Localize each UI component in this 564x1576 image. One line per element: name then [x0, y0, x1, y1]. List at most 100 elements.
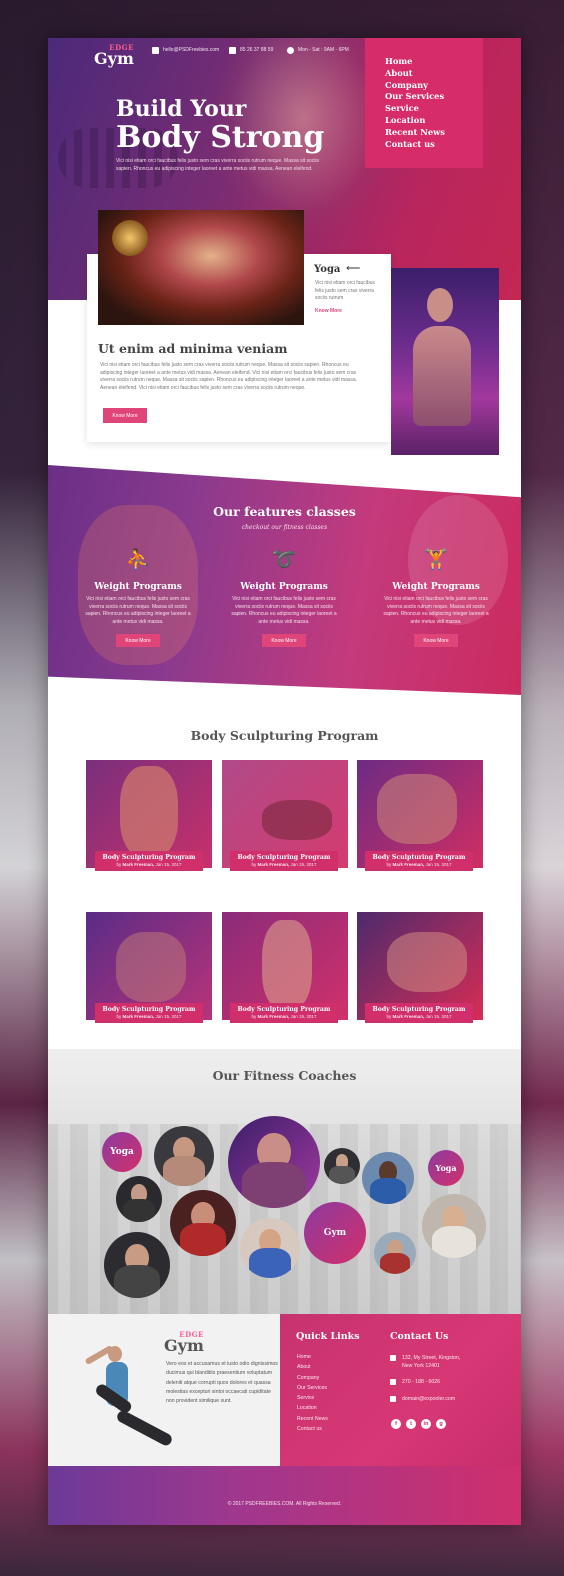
nav-home[interactable]: Home	[385, 56, 483, 68]
copyright-text: © 2017 PSDFREEBIES.COM. All Rights Reser…	[227, 1501, 342, 1507]
yoga-text: Vici nisi etiam orci faucibus felis just…	[315, 280, 375, 301]
google-plus-icon[interactable]: g	[436, 1419, 446, 1429]
coach-avatar-body	[241, 1162, 307, 1208]
coach-avatar[interactable]	[422, 1194, 486, 1258]
feature-know-more-button[interactable]: Know More	[116, 634, 160, 647]
topbar-phone-text: 85 26 37 88 59	[240, 47, 274, 53]
program-caption[interactable]: Body Sculpturing Program by Mark Freeman…	[95, 851, 203, 871]
program-caption-by: by	[251, 1014, 257, 1019]
rope-climb-figure	[116, 932, 186, 1002]
coach-avatar-body	[431, 1226, 477, 1258]
weightlifter-icon: 🏋	[423, 549, 449, 571]
woman-face	[427, 288, 453, 322]
contact-email[interactable]: domain@expooler.com	[390, 1395, 455, 1403]
nav-company[interactable]: Company	[385, 80, 483, 92]
coach-avatar[interactable]	[154, 1126, 214, 1186]
program-caption[interactable]: Body Sculpturing Program by Mark Freeman…	[365, 851, 473, 871]
features-subtitle: checkout our fitness classes	[241, 524, 328, 531]
quick-link-company[interactable]: Company	[297, 1373, 328, 1383]
program-heading: Body Sculpturing Program	[190, 728, 379, 743]
nav-our-services[interactable]: Our Services	[385, 91, 483, 103]
coach-avatar[interactable]	[170, 1190, 236, 1256]
feature-know-more-button[interactable]: Know More	[262, 634, 306, 647]
program-caption[interactable]: Body Sculpturing Program by Mark Freeman…	[95, 1003, 203, 1023]
twitter-icon[interactable]: t	[406, 1419, 416, 1429]
footer-logo[interactable]: EDGE Gym	[164, 1330, 204, 1356]
feature-item: ⛹ Weight Programs Vici nisi etiam orci f…	[78, 548, 198, 647]
nav-service[interactable]: Service	[385, 103, 483, 115]
treadmill-icon: ⛹	[125, 549, 151, 571]
footer-logo-gym: Gym	[164, 1336, 204, 1355]
quick-link-location[interactable]: Location	[297, 1403, 328, 1413]
program-caption-author: Mark Freeman,	[392, 862, 425, 867]
intro-body: Vici nisi etiam orci faucibus felis just…	[100, 362, 358, 391]
program-caption-meta: by Mark Freeman, Jan 15, 2017	[230, 1014, 338, 1019]
program-caption[interactable]: Body Sculpturing Program by Mark Freeman…	[230, 851, 338, 871]
quick-link-about[interactable]: About	[297, 1362, 328, 1372]
quick-link-recent-news[interactable]: Recent News	[297, 1414, 328, 1424]
social-links: f t in g	[391, 1419, 446, 1429]
feature-know-more-button[interactable]: Know More	[414, 634, 458, 647]
intro-know-more-button[interactable]: Know More	[103, 408, 147, 423]
nav-recent-news[interactable]: Recent News	[385, 127, 483, 139]
program-caption-by: by	[251, 862, 257, 867]
coach-label-yoga[interactable]: Yoga	[428, 1150, 464, 1186]
coach-label-yoga[interactable]: Yoga	[102, 1132, 142, 1172]
program-caption-date: Jan 15, 2017	[425, 862, 452, 867]
quick-link-home[interactable]: Home	[297, 1352, 328, 1362]
boxing-woman-figure	[262, 920, 312, 1010]
coach-avatar[interactable]	[116, 1176, 162, 1222]
nav-about[interactable]: About	[385, 68, 483, 80]
topbar-email[interactable]: hello@PSDFreebies.com	[152, 45, 219, 55]
feature-item: ➰ Weight Programs Vici nisi etiam orci f…	[224, 548, 344, 647]
coach-avatar-body	[369, 1178, 407, 1204]
coach-avatar-body	[163, 1156, 205, 1186]
program-caption-title: Body Sculpturing Program	[237, 854, 331, 861]
coach-avatar[interactable]	[104, 1232, 170, 1298]
hero-text: Vici nisi etiam orci faucibus felis just…	[116, 158, 320, 172]
contact-phone[interactable]: 270 - 188 - 6026	[390, 1378, 440, 1386]
phone-icon	[390, 1379, 396, 1385]
contact-address: 132, My Street, Kingston, New York 12401	[390, 1354, 460, 1370]
logo[interactable]: EDGE Gym	[94, 43, 134, 69]
location-pin-icon	[390, 1355, 396, 1361]
program-caption[interactable]: Body Sculpturing Program by Mark Freeman…	[230, 1003, 338, 1023]
feature-text: Vici nisi etiam orci faucibus felis just…	[85, 596, 191, 625]
program-caption-by: by	[116, 1014, 122, 1019]
topbar-hours: Mon - Sat : 9AM - 6PM	[287, 45, 349, 55]
footer-about-text: Vero eos et accusamus et iusto odio dign…	[166, 1361, 278, 1405]
program-caption-by: by	[116, 862, 122, 867]
quick-link-contact-us[interactable]: Contact us	[297, 1424, 328, 1434]
program-caption-meta: by Mark Freeman, Jan 15, 2017	[95, 862, 203, 867]
program-caption[interactable]: Body Sculpturing Program by Mark Freeman…	[365, 1003, 473, 1023]
quick-link-service[interactable]: Service	[297, 1393, 328, 1403]
coach-avatar[interactable]	[240, 1218, 300, 1278]
coach-avatar[interactable]	[374, 1232, 416, 1274]
main-nav: Home About Company Our Services Service …	[365, 38, 483, 168]
coach-avatar[interactable]	[324, 1148, 360, 1184]
treadmill-figure	[262, 800, 332, 840]
quick-link-our-services[interactable]: Our Services	[297, 1383, 328, 1393]
topbar-phone[interactable]: 85 26 37 88 59	[229, 45, 273, 55]
nav-contact-us[interactable]: Contact us	[385, 139, 483, 151]
nav-location[interactable]: Location	[385, 115, 483, 127]
dumbbell-woman-image	[391, 268, 499, 455]
facebook-icon[interactable]: f	[391, 1419, 401, 1429]
program-caption-date: Jan 15, 2017	[290, 1014, 317, 1019]
quick-links-list: Home About Company Our Services Service …	[297, 1352, 328, 1434]
linkedin-icon[interactable]: in	[421, 1419, 431, 1429]
feature-item: 🏋 Weight Programs Vici nisi etiam orci f…	[376, 548, 496, 647]
program-caption-title: Body Sculpturing Program	[372, 1006, 466, 1013]
coach-label-gym[interactable]: Gym	[304, 1202, 366, 1264]
lamp-decoration	[112, 220, 148, 256]
program-caption-author: Mark Freeman,	[392, 1014, 425, 1019]
program-caption-meta: by Mark Freeman, Jan 15, 2017	[365, 862, 473, 867]
coaches-heading: Our Fitness Coaches	[212, 1068, 357, 1083]
arrow-left-icon[interactable]: ⟵	[346, 263, 360, 274]
coach-avatar[interactable]	[362, 1152, 414, 1204]
mail-icon	[390, 1396, 396, 1402]
coach-avatar[interactable]	[228, 1116, 320, 1208]
contact-title: Contact Us	[390, 1331, 449, 1342]
program-caption-meta: by Mark Freeman, Jan 15, 2017	[95, 1014, 203, 1019]
yoga-know-more-link[interactable]: Know More	[315, 308, 342, 314]
